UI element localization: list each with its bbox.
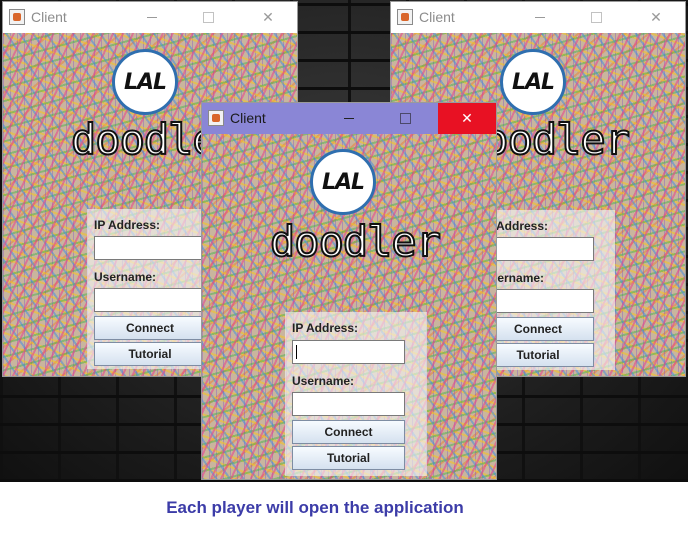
login-form: IP Address: Username: Connect Tutorial — [475, 210, 615, 370]
close-button[interactable]: ✕ — [438, 103, 496, 134]
logo-wordmark: doodler — [269, 216, 442, 267]
maximize-icon — [399, 113, 411, 124]
minimize-icon — [535, 17, 545, 18]
minimize-icon — [344, 118, 354, 119]
username-field[interactable] — [94, 288, 206, 312]
username-label: Username: — [292, 374, 355, 388]
titlebar[interactable]: Client ✕ — [391, 2, 685, 33]
caption-text: Each player will open the application — [166, 498, 464, 517]
badge-text: LAL — [123, 69, 167, 95]
minimize-button[interactable] — [326, 103, 372, 134]
maximize-button[interactable] — [573, 2, 619, 33]
maximize-icon — [202, 12, 214, 23]
titlebar[interactable]: Client ✕ — [202, 103, 496, 134]
ip-address-field[interactable] — [482, 237, 594, 261]
minimize-button[interactable] — [129, 2, 175, 33]
login-form: IP Address: Username: Connect Tutorial — [285, 312, 427, 476]
tutorial-button[interactable]: Tutorial — [94, 342, 206, 366]
java-app-icon — [208, 110, 224, 126]
ip-address-field[interactable] — [94, 236, 206, 260]
close-icon: ✕ — [262, 9, 274, 25]
connect-button[interactable]: Connect — [292, 420, 405, 444]
maximize-button[interactable] — [185, 2, 231, 33]
close-icon: ✕ — [461, 110, 473, 126]
java-app-icon — [397, 9, 413, 25]
ip-address-label: IP Address: — [94, 218, 161, 232]
ip-address-label: IP Address: — [292, 321, 359, 335]
lal-badge: LAL — [310, 149, 376, 215]
window-title: Client — [419, 9, 455, 25]
minimize-button[interactable] — [517, 2, 563, 33]
ip-address-field[interactable] — [292, 340, 405, 364]
close-button[interactable]: ✕ — [633, 2, 679, 33]
username-field[interactable] — [292, 392, 405, 416]
titlebar[interactable]: Client ✕ — [3, 2, 297, 33]
text-caret — [296, 345, 297, 359]
badge-text: LAL — [511, 69, 555, 95]
maximize-button[interactable] — [382, 103, 428, 134]
client-window-active[interactable]: Client ✕ LAL doodler IP Address: Usernam… — [202, 103, 496, 479]
close-icon: ✕ — [650, 9, 662, 25]
maximize-icon — [590, 12, 602, 23]
java-app-icon — [9, 9, 25, 25]
connect-button[interactable]: Connect — [482, 317, 594, 341]
lal-badge: LAL — [500, 49, 566, 115]
username-label: Username: — [94, 270, 157, 284]
window-title: Client — [230, 110, 266, 126]
tutorial-button[interactable]: Tutorial — [482, 343, 594, 367]
doodle-background: LAL doodler IP Address: Username: Connec… — [202, 134, 496, 479]
lal-badge: LAL — [112, 49, 178, 115]
connect-button[interactable]: Connect — [94, 316, 206, 340]
badge-text: LAL — [321, 169, 365, 195]
username-field[interactable] — [482, 289, 594, 313]
window-title: Client — [31, 9, 67, 25]
tutorial-button[interactable]: Tutorial — [292, 446, 405, 470]
close-button[interactable]: ✕ — [245, 2, 291, 33]
minimize-icon — [147, 17, 157, 18]
